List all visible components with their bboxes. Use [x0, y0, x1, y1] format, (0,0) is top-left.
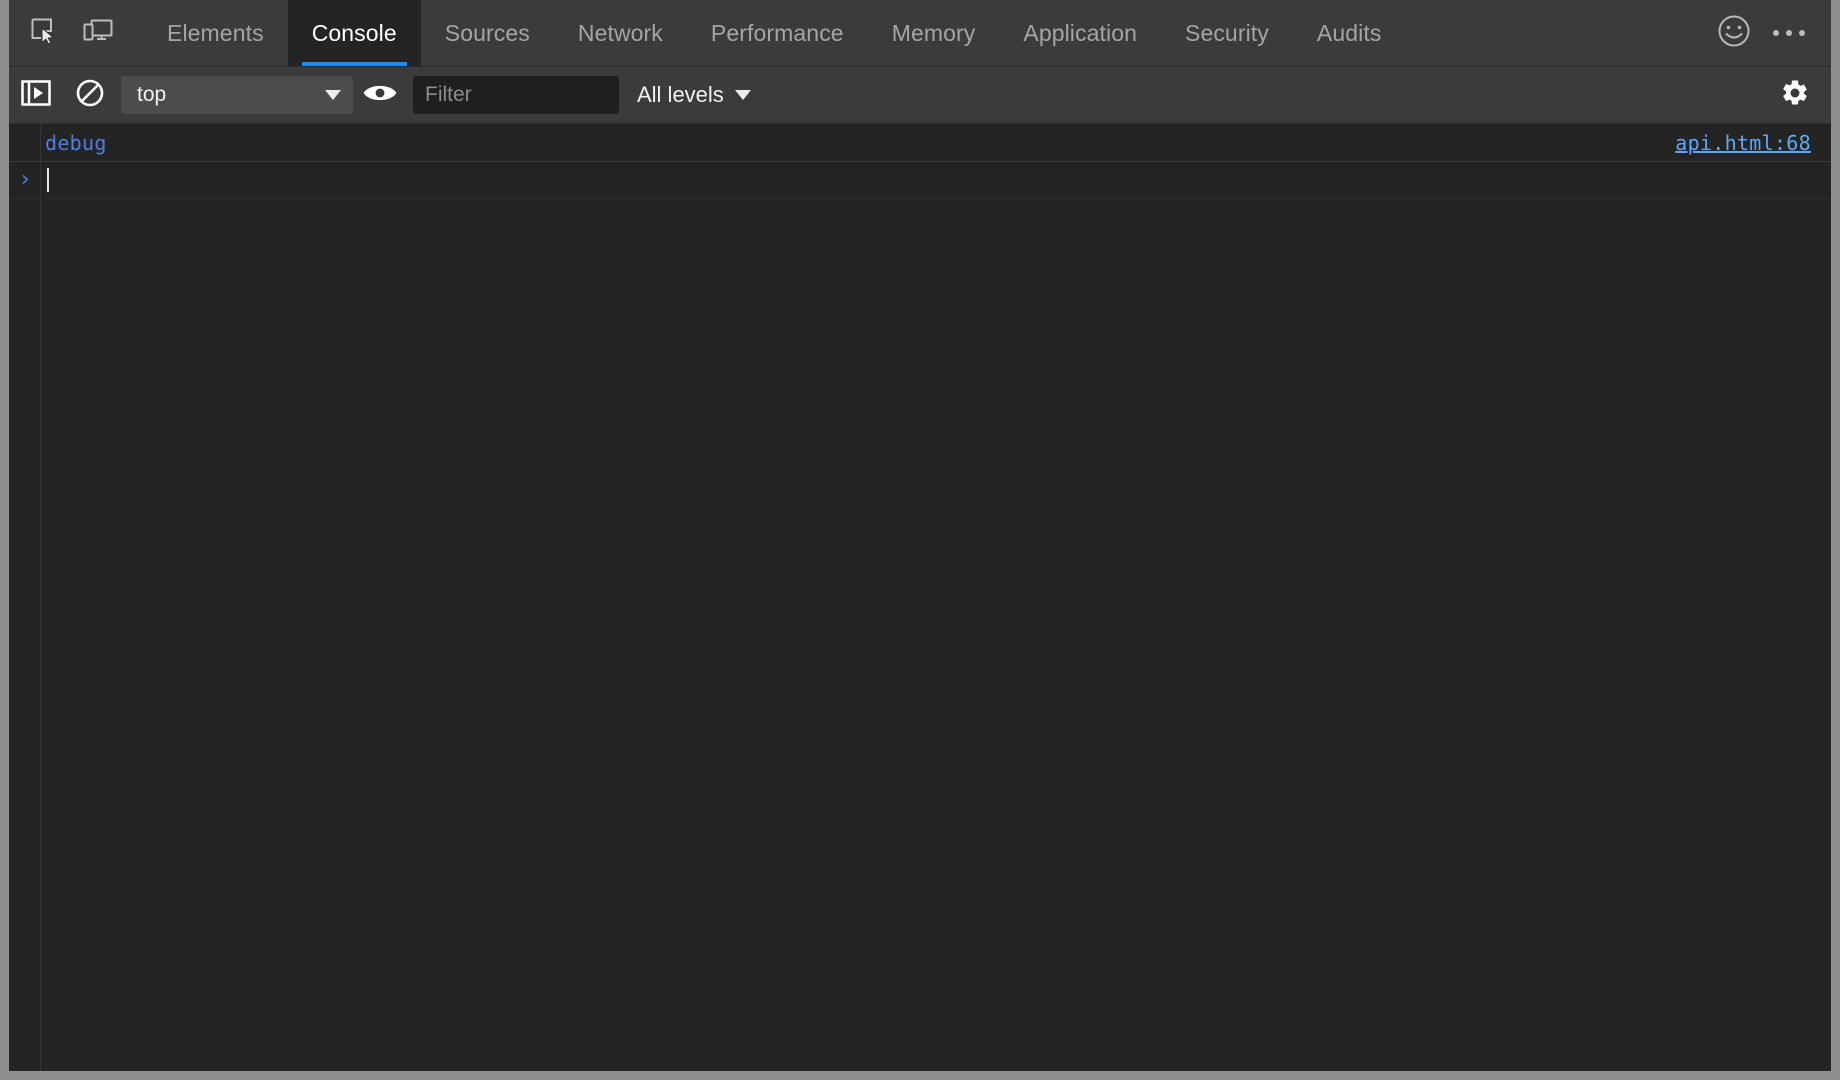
device-toolbar-icon [83, 19, 113, 48]
gear-icon [1780, 78, 1810, 113]
log-level-value: All levels [637, 82, 724, 108]
tab-label: Performance [711, 20, 844, 47]
chevron-down-icon [325, 90, 341, 100]
execution-context-value: top [137, 83, 166, 107]
tab-network[interactable]: Network [554, 0, 687, 66]
tab-console[interactable]: Console [288, 0, 421, 66]
console-message-row[interactable]: debug api.html:68 [9, 124, 1831, 162]
tab-label: Memory [892, 20, 976, 47]
more-options-icon [1773, 30, 1779, 36]
devtools-tabstrip: Elements Console Sources Network Perform… [9, 0, 1831, 67]
more-options-button[interactable] [1761, 0, 1817, 66]
tab-label: Console [312, 20, 397, 47]
tab-label: Sources [445, 20, 530, 47]
devtools-window: Elements Console Sources Network Perform… [0, 0, 1840, 1080]
console-gutter-divider [40, 124, 41, 1071]
tab-label: Audits [1317, 20, 1382, 47]
feedback-button[interactable] [1707, 0, 1761, 66]
inspect-element-icon [31, 18, 57, 49]
console-prompt-row[interactable]: › [9, 162, 1831, 199]
smiley-face-icon [1717, 14, 1751, 53]
tab-memory[interactable]: Memory [868, 0, 1000, 66]
tab-performance[interactable]: Performance [687, 0, 868, 66]
console-message-source-link[interactable]: api.html:68 [1675, 131, 1811, 155]
console-settings-button[interactable] [1767, 67, 1823, 123]
device-toolbar-button[interactable] [71, 0, 125, 66]
chevron-down-icon [735, 90, 751, 100]
tab-audits[interactable]: Audits [1293, 0, 1406, 66]
execution-context-selector[interactable]: top [121, 76, 353, 114]
tab-sources[interactable]: Sources [421, 0, 554, 66]
prompt-text-caret [47, 168, 49, 192]
console-sidebar-toggle-button[interactable] [9, 67, 63, 123]
panel-tabs: Elements Console Sources Network Perform… [143, 0, 1707, 66]
console-message-text: debug [45, 131, 107, 155]
tab-label: Application [1023, 20, 1137, 47]
tab-label: Elements [167, 20, 264, 47]
live-expression-button[interactable] [353, 67, 407, 123]
console-toolbar: top All levels [9, 67, 1831, 124]
clear-console-icon [76, 79, 104, 112]
inspect-element-button[interactable] [17, 0, 71, 66]
clear-console-button[interactable] [63, 67, 117, 123]
console-filter-input[interactable] [413, 76, 619, 114]
more-options-icon [1786, 30, 1792, 36]
eye-icon [363, 82, 397, 109]
log-level-selector[interactable]: All levels [637, 82, 751, 108]
tab-label: Security [1185, 20, 1269, 47]
tab-elements[interactable]: Elements [143, 0, 288, 66]
prompt-chevron-icon: › [9, 169, 41, 191]
tab-application[interactable]: Application [999, 0, 1161, 66]
tab-label: Network [578, 20, 663, 47]
tab-security[interactable]: Security [1161, 0, 1293, 66]
console-sidebar-toggle-icon [21, 80, 51, 111]
more-options-icon [1799, 30, 1805, 36]
tabstrip-actions [1707, 0, 1831, 66]
console-output[interactable]: debug api.html:68 › [9, 124, 1831, 1071]
